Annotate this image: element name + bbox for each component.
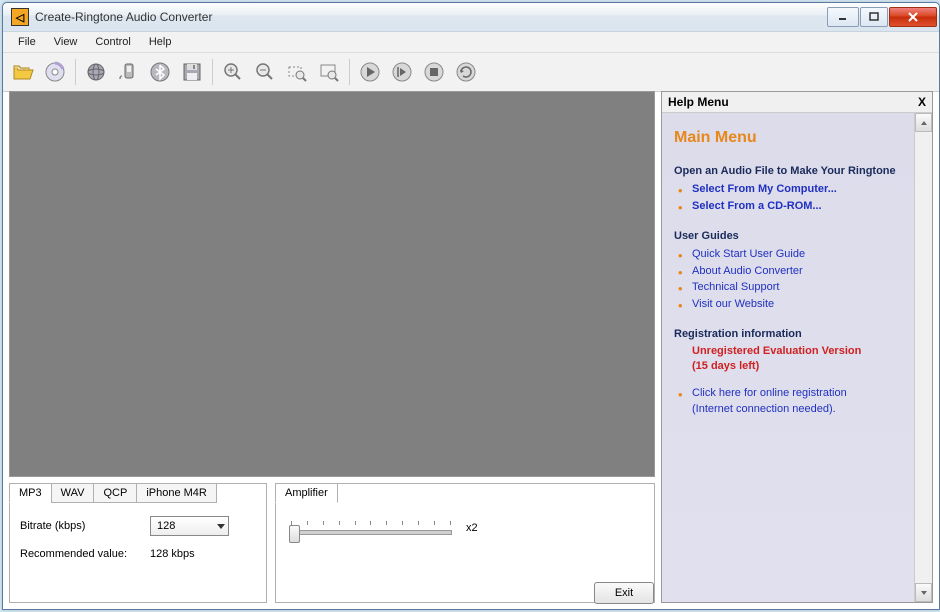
help-reg-heading: Registration information <box>674 328 904 340</box>
close-icon <box>907 12 919 22</box>
format-tabs: MP3 WAV QCP iPhone M4R Bitrate (kbps) 12… <box>9 483 267 603</box>
titlebar: ◁ Create-Ringtone Audio Converter <box>3 3 939 32</box>
link-register[interactable]: Click here for online registration <box>692 387 847 399</box>
bitrate-combo[interactable]: 128 <box>150 516 229 536</box>
link-website[interactable]: Visit our Website <box>692 298 774 310</box>
main-window: ◁ Create-Ringtone Audio Converter File V… <box>2 2 940 610</box>
zoom-sel-button[interactable] <box>283 58 311 86</box>
open-file-button[interactable] <box>9 58 37 86</box>
recommended-value: 128 kbps <box>150 548 195 560</box>
link-register-note[interactable]: (Internet connection needed). <box>692 403 836 415</box>
save-button[interactable] <box>178 58 206 86</box>
zoom-out-button[interactable] <box>251 58 279 86</box>
scroll-thumb[interactable] <box>915 132 932 583</box>
bitrate-value: 128 <box>157 520 175 532</box>
reg-warning-2: (15 days left) <box>692 359 904 374</box>
loop-button[interactable] <box>452 58 480 86</box>
link-select-cdrom[interactable]: Select From a CD-ROM... <box>692 200 822 212</box>
minimize-button[interactable] <box>827 7 859 27</box>
link-quick-start[interactable]: Quick Start User Guide <box>692 248 805 260</box>
waveform-area[interactable] <box>9 91 655 477</box>
help-open-heading: Open an Audio File to Make Your Ringtone <box>674 165 904 177</box>
stop-icon <box>423 61 445 83</box>
zoom-out-icon <box>254 61 276 83</box>
help-close-button[interactable]: X <box>918 95 926 109</box>
bluetooth-button[interactable] <box>146 58 174 86</box>
separator <box>212 59 213 85</box>
amplifier-group: Amplifier x2 Exit <box>275 483 655 603</box>
minimize-icon <box>838 12 848 22</box>
help-main-heading: Main Menu <box>674 129 904 147</box>
link-support[interactable]: Technical Support <box>692 281 779 293</box>
globe-icon <box>85 61 107 83</box>
bluetooth-icon <box>149 61 171 83</box>
menu-file[interactable]: File <box>9 34 45 50</box>
zoom-in-icon <box>222 61 244 83</box>
cd-icon <box>43 60 67 84</box>
tab-wav[interactable]: WAV <box>51 483 95 503</box>
tab-mp3[interactable]: MP3 <box>9 483 52 503</box>
help-title: Help Menu <box>668 95 729 109</box>
separator <box>75 59 76 85</box>
reg-warning-1: Unregistered Evaluation Version <box>692 344 904 359</box>
help-guides-heading: User Guides <box>674 230 904 242</box>
app-icon: ◁ <box>11 8 29 26</box>
separator <box>349 59 350 85</box>
floppy-icon <box>181 61 203 83</box>
chevron-up-icon <box>920 120 928 126</box>
scroll-down-button[interactable] <box>915 583 932 602</box>
loop-icon <box>455 61 477 83</box>
play-button[interactable] <box>356 58 384 86</box>
play-selection-icon <box>391 61 413 83</box>
zoom-fit-button[interactable] <box>315 58 343 86</box>
zoom-fit-icon <box>318 61 340 83</box>
exit-button[interactable]: Exit <box>594 582 654 604</box>
phone-icon <box>117 61 139 83</box>
recommended-label: Recommended value: <box>20 548 150 560</box>
zoom-selection-icon <box>286 61 308 83</box>
maximize-button[interactable] <box>860 7 888 27</box>
amplifier-value: x2 <box>466 522 478 534</box>
tab-qcp[interactable]: QCP <box>93 483 137 503</box>
help-pane: Help Menu X Main Menu Open an Audio File… <box>661 91 933 603</box>
slider-thumb[interactable] <box>289 525 300 543</box>
zoom-in-button[interactable] <box>219 58 247 86</box>
maximize-icon <box>869 12 879 22</box>
link-select-computer[interactable]: Select From My Computer... <box>692 183 837 195</box>
scroll-up-button[interactable] <box>915 113 932 132</box>
link-about[interactable]: About Audio Converter <box>692 265 803 277</box>
chevron-down-icon <box>217 524 225 529</box>
menubar: File View Control Help <box>3 32 939 53</box>
folder-open-icon <box>11 60 35 84</box>
chevron-down-icon <box>920 590 928 596</box>
open-cd-button[interactable] <box>41 58 69 86</box>
play-sel-button[interactable] <box>388 58 416 86</box>
amplifier-tab: Amplifier <box>275 483 338 503</box>
phone-button[interactable] <box>114 58 142 86</box>
menu-view[interactable]: View <box>45 34 87 50</box>
menu-control[interactable]: Control <box>86 34 139 50</box>
play-icon <box>359 61 381 83</box>
window-title: Create-Ringtone Audio Converter <box>35 10 826 24</box>
close-button[interactable] <box>889 7 937 27</box>
toolbar <box>3 53 939 92</box>
globe-button[interactable] <box>82 58 110 86</box>
stop-button[interactable] <box>420 58 448 86</box>
help-scrollbar[interactable] <box>914 113 932 602</box>
tab-m4r[interactable]: iPhone M4R <box>136 483 217 503</box>
amplifier-slider[interactable] <box>290 530 452 535</box>
menu-help[interactable]: Help <box>140 34 181 50</box>
bitrate-label: Bitrate (kbps) <box>20 520 150 532</box>
